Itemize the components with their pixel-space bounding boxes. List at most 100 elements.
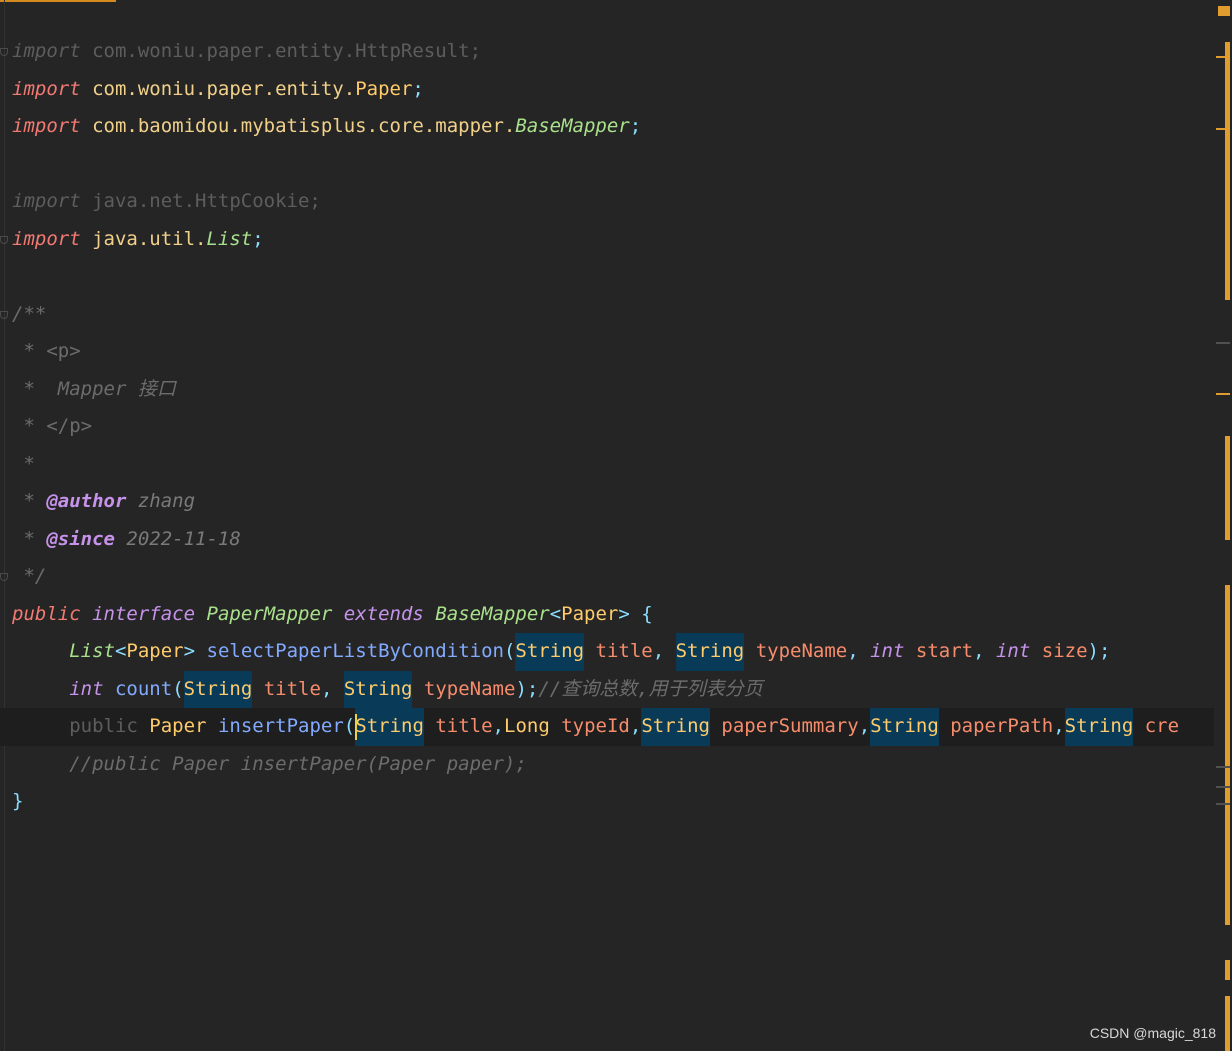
code-line[interactable]: * @author zhang [0, 483, 1214, 521]
fold-marker-icon[interactable] [0, 310, 8, 319]
code-line[interactable]: //public Paper insertPaper(Paper paper); [0, 746, 1214, 784]
code-token: , [1053, 715, 1065, 737]
code-token: cre [1144, 715, 1180, 737]
code-line[interactable]: */ [0, 558, 1214, 596]
code-token: , [858, 715, 871, 737]
code-line[interactable] [0, 146, 1214, 184]
scroll-marker [1216, 393, 1230, 395]
code-token: typeId [561, 715, 630, 737]
code-token: < [114, 640, 127, 662]
code-line[interactable]: * </p> [0, 408, 1214, 446]
code-token: > [618, 602, 630, 625]
code-token: String [183, 670, 253, 708]
code-line[interactable] [0, 258, 1214, 296]
active-tab-indicator [0, 0, 116, 2]
scroll-marker [1216, 766, 1230, 768]
code-token: selectPaperListByCondition [206, 640, 504, 662]
code-token: title [595, 640, 653, 662]
code-line[interactable]: import java.net.HttpCookie; [0, 183, 1214, 221]
code-editor[interactable]: import com.woniu.paper.entity.HttpResult… [0, 33, 1214, 933]
code-line-current[interactable]: public Paper insertPaper(String title,Lo… [0, 708, 1214, 746]
code-token: public [12, 602, 81, 625]
code-token: start [915, 640, 974, 662]
code-token: , [320, 677, 344, 700]
code-token: public [69, 715, 138, 737]
code-token: * Mapper [12, 377, 138, 400]
code-line[interactable]: /** [0, 296, 1214, 334]
code-token: 2022-11-18 [114, 527, 241, 550]
code-token: java.net.HttpCookie; [80, 190, 321, 212]
code-token: String [343, 670, 413, 708]
code-line[interactable]: * <p> [0, 333, 1214, 371]
code-token: } [12, 790, 24, 812]
code-token: title [435, 715, 493, 737]
code-token: ( [172, 677, 184, 700]
code-line[interactable]: import com.woniu.paper.entity.HttpResult… [0, 33, 1214, 71]
code-line[interactable]: * Mapper 接口 [0, 371, 1214, 409]
code-token: count [114, 677, 173, 700]
code-token: , [629, 715, 642, 737]
scroll-marker [1225, 585, 1230, 925]
code-token: zhang [126, 490, 196, 512]
code-token: List [206, 227, 253, 250]
code-line[interactable]: import java.util.List; [0, 221, 1214, 259]
code-token: int [995, 640, 1031, 662]
watermark: CSDN @magic_818 [1089, 1025, 1216, 1041]
code-token: java.util. [80, 227, 207, 250]
scroll-marker [1225, 996, 1230, 1051]
code-token: //查询总数,用于列表分页 [538, 677, 763, 700]
code-token: paperSummary [721, 715, 859, 737]
code-line[interactable]: List<Paper> selectPaperListByCondition(S… [0, 633, 1214, 671]
code-token: Paper [355, 77, 413, 100]
code-token: String [515, 633, 585, 671]
code-token: * [12, 527, 47, 550]
fold-marker-icon[interactable] [0, 573, 8, 581]
code-token: List [69, 640, 115, 662]
code-line[interactable]: import com.woniu.paper.entity.Paper; [0, 71, 1214, 109]
code-token: * <p> [12, 340, 81, 362]
code-token: @since [46, 527, 115, 550]
code-token: 接口 [137, 377, 176, 400]
code-token: * [12, 490, 47, 512]
code-line[interactable]: * [0, 446, 1214, 484]
code-token: String [675, 633, 745, 671]
code-line[interactable]: * @since 2022-11-18 [0, 521, 1214, 559]
code-line[interactable]: public interface PaperMapper extends Bas… [0, 596, 1214, 634]
scroll-marker [1225, 960, 1230, 980]
code-token: Paper [126, 640, 184, 662]
code-token: /** [12, 302, 47, 325]
code-line[interactable]: } [0, 783, 1214, 821]
fold-marker-icon[interactable] [0, 48, 8, 56]
code-token: String [1064, 708, 1134, 746]
code-token: import [12, 40, 81, 62]
code-token: Paper [149, 715, 207, 737]
code-token: extends [343, 602, 424, 625]
code-token: ; [412, 77, 424, 100]
code-token: title [263, 677, 321, 700]
code-line[interactable]: import com.baomidou.mybatisplus.core.map… [0, 108, 1214, 146]
code-token: paperPath [950, 715, 1054, 737]
code-token: ( [343, 715, 356, 737]
scroll-marker [1216, 56, 1230, 58]
fold-marker-icon[interactable] [0, 235, 8, 244]
code-token: String [641, 708, 710, 746]
code-token: size [1041, 640, 1088, 662]
code-token: int [69, 677, 104, 700]
code-token: import [12, 115, 81, 137]
code-token: interface [92, 602, 196, 625]
code-token: , [847, 640, 871, 662]
code-line[interactable]: int count(String title, String typeName)… [0, 670, 1214, 708]
scrollbar-markers[interactable] [1214, 0, 1232, 1051]
